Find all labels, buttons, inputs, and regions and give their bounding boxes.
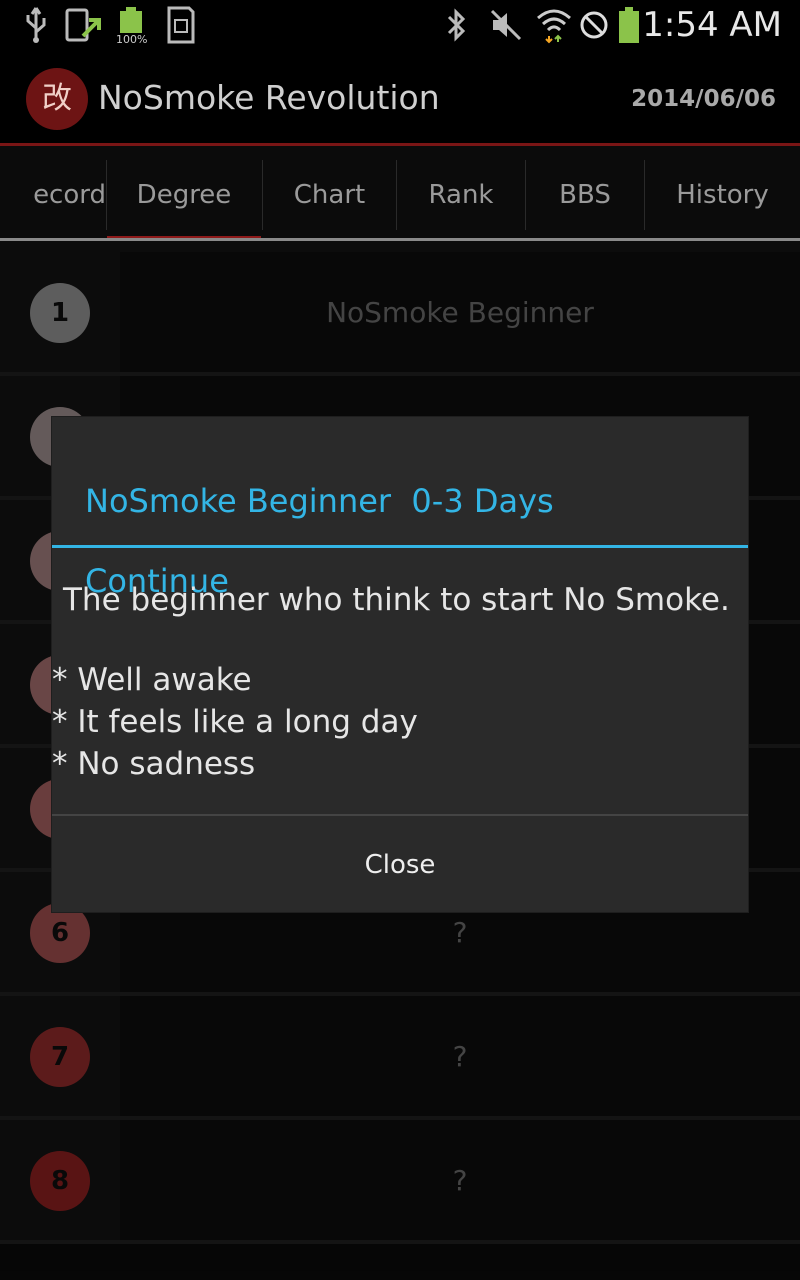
status-bar: 100% 1:54 AM bbox=[0, 0, 800, 50]
battery-percent-label: 100% bbox=[116, 33, 147, 45]
dialog-message-intro: The beginner who think to start No Smoke… bbox=[63, 582, 730, 618]
dialog-message-spacer bbox=[52, 621, 748, 659]
tab-history[interactable]: History bbox=[645, 146, 800, 240]
update-icon bbox=[62, 6, 104, 44]
degree-detail-dialog: NoSmoke Beginner 0-3 Days Continue The b… bbox=[52, 417, 748, 912]
dialog-message-item: * It feels like a long day bbox=[52, 704, 418, 740]
tab-chart[interactable]: Chart bbox=[263, 146, 396, 240]
battery-icon: 100% bbox=[114, 6, 150, 45]
tab-bbs[interactable]: BBS bbox=[526, 146, 644, 240]
sd-card-icon bbox=[162, 6, 198, 44]
tab-bar-divider bbox=[0, 238, 800, 241]
do-not-disturb-icon bbox=[578, 6, 610, 44]
clock: 1:54 AM bbox=[642, 5, 782, 45]
dialog-title-line-1: NoSmoke Beginner 0-3 Days bbox=[85, 482, 554, 520]
mute-icon bbox=[488, 6, 524, 44]
app-logo[interactable]: 改 bbox=[26, 68, 88, 130]
close-button[interactable]: Close bbox=[52, 816, 748, 912]
dialog-message-item: * No sadness bbox=[52, 746, 256, 782]
wifi-icon bbox=[534, 6, 574, 44]
tab-rank[interactable]: Rank bbox=[397, 146, 525, 240]
usb-icon bbox=[20, 6, 52, 44]
battery-full-icon bbox=[616, 6, 642, 44]
tab-bar: ecord Degree Chart Rank BBS History bbox=[0, 146, 800, 240]
dialog-title-divider bbox=[52, 545, 748, 548]
dialog-message-item: * Well awake bbox=[52, 662, 252, 698]
app-title: NoSmoke Revolution bbox=[98, 78, 440, 117]
tab-record[interactable]: ecord bbox=[0, 146, 106, 240]
dialog-message: The beginner who think to start No Smoke… bbox=[52, 579, 748, 785]
current-date: 2014/06/06 bbox=[631, 86, 776, 112]
bluetooth-icon bbox=[442, 6, 472, 44]
tab-degree[interactable]: Degree bbox=[107, 146, 261, 240]
action-bar: 改 NoSmoke Revolution 2014/06/06 bbox=[0, 50, 800, 144]
